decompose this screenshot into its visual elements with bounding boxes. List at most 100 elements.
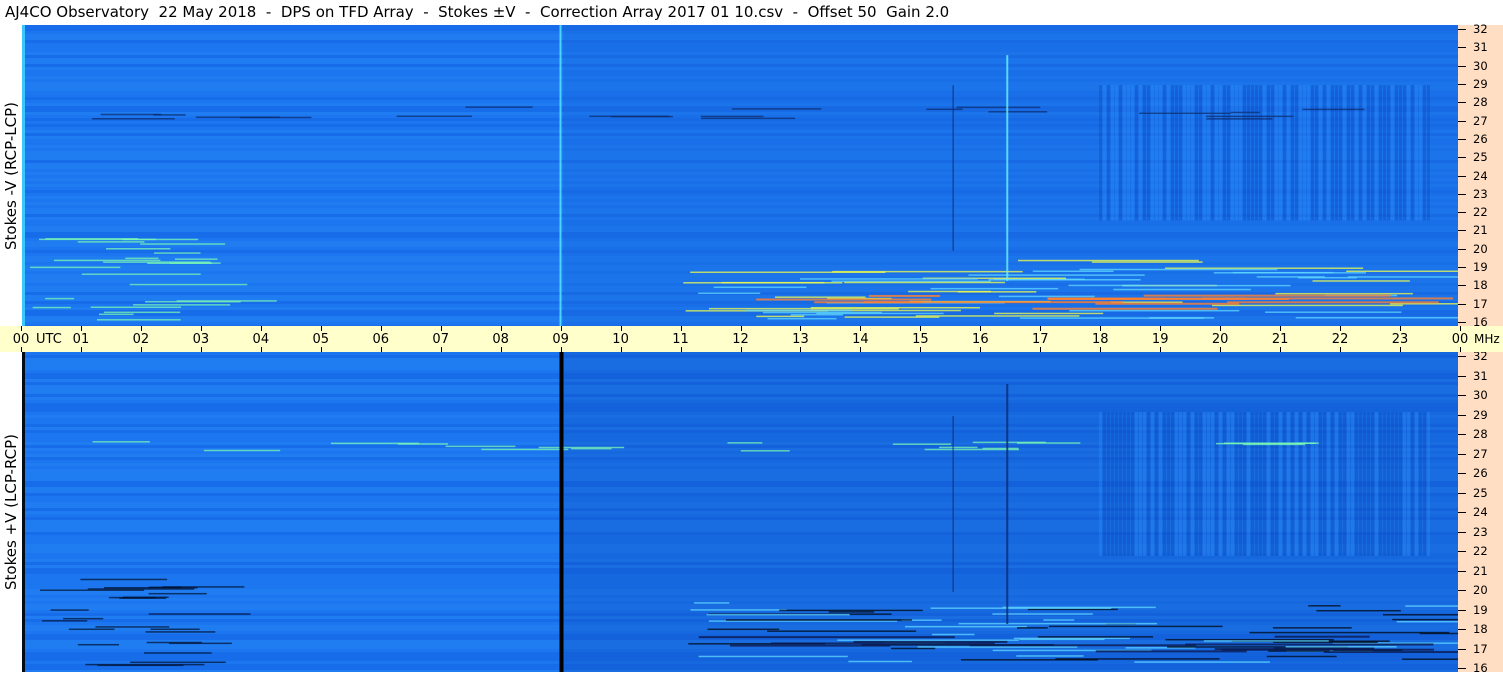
time-tick-label: 21 bbox=[1271, 332, 1289, 347]
spectrogram-band bbox=[481, 448, 569, 451]
spectrogram-band bbox=[1183, 85, 1186, 221]
spectrogram-band bbox=[1275, 412, 1278, 556]
spectrogram-band bbox=[767, 630, 917, 632]
spectrogram-band bbox=[1131, 412, 1134, 556]
spectrogram-band bbox=[63, 617, 104, 620]
spectrogram-band bbox=[775, 296, 866, 298]
spectrogram-band bbox=[1123, 85, 1126, 221]
spectrogram-band bbox=[1307, 85, 1310, 221]
spectrogram-band bbox=[1347, 85, 1350, 221]
freq-tick-mark bbox=[1458, 590, 1466, 591]
time-tick-mark bbox=[1280, 347, 1282, 352]
spectrogram-band bbox=[1383, 85, 1386, 221]
spectrogram-band bbox=[952, 85, 954, 251]
freq-tick-mark bbox=[1458, 629, 1466, 630]
time-tick-mark bbox=[260, 326, 262, 331]
spectrogram-band bbox=[988, 111, 1048, 113]
spectrogram-band bbox=[1171, 85, 1174, 221]
y-axis-label-top-text: Stokes -V (RCP-LCP) bbox=[2, 101, 20, 250]
spectrogram-top bbox=[22, 25, 1458, 326]
spectrogram-band bbox=[745, 309, 851, 312]
time-tick-label: 19 bbox=[1151, 332, 1169, 347]
y-axis-label-bottom: Stokes +V (LCP-RCP) bbox=[0, 352, 22, 672]
spectrogram-band bbox=[1323, 651, 1458, 654]
freq-unit-label: MHz bbox=[1474, 332, 1500, 346]
spectrogram-band bbox=[22, 352, 25, 672]
spectrogram-band bbox=[1315, 412, 1318, 556]
spectrogram-band bbox=[1069, 309, 1240, 312]
spectrogram-band bbox=[1113, 288, 1251, 291]
spectrogram-band bbox=[145, 300, 241, 303]
spectrogram-band bbox=[1219, 412, 1222, 556]
time-tick-label: 15 bbox=[912, 332, 929, 347]
spectrogram-band bbox=[1235, 412, 1238, 556]
spectrogram-band bbox=[32, 306, 71, 309]
spectrogram-band bbox=[1375, 85, 1378, 221]
y-axis-label-bottom-text: Stokes +V (LCP-RCP) bbox=[2, 434, 20, 590]
spectrogram-band bbox=[1147, 85, 1150, 221]
freq-tick-mark bbox=[1458, 473, 1466, 474]
time-tick-mark bbox=[680, 347, 682, 352]
spectrogram-band bbox=[1138, 112, 1231, 115]
time-tick-mark bbox=[1160, 347, 1162, 352]
spectrogram-band bbox=[915, 315, 1080, 317]
spectrogram-band bbox=[1323, 85, 1326, 221]
time-tick-mark bbox=[380, 326, 382, 331]
time-tick-mark bbox=[620, 326, 622, 331]
spectrogram-band bbox=[1239, 412, 1242, 556]
freq-tick-mark bbox=[1458, 414, 1466, 416]
time-tick-label: 12 bbox=[732, 332, 749, 347]
time-tick-mark bbox=[200, 347, 202, 352]
spectrogram-band bbox=[701, 117, 796, 120]
spectrogram-band bbox=[1135, 85, 1138, 221]
spectrogram-band bbox=[1227, 301, 1439, 304]
time-tick-label: 13 bbox=[792, 332, 809, 347]
spectrogram-band bbox=[1308, 605, 1341, 607]
spectrogram-band bbox=[1347, 276, 1458, 278]
spectrogram-band bbox=[95, 626, 170, 628]
spectrogram-band bbox=[125, 257, 159, 260]
spectrogram-band bbox=[1006, 384, 1009, 624]
spectrogram-band bbox=[1335, 85, 1338, 221]
freq-tick-label: 27 bbox=[1473, 113, 1488, 128]
spectrogram-band bbox=[96, 319, 181, 321]
spectrogram-band bbox=[1375, 412, 1378, 556]
spectrogram-band bbox=[770, 642, 995, 645]
freq-tick-label: 28 bbox=[1473, 95, 1488, 110]
spectrogram-band bbox=[1392, 618, 1458, 621]
freq-tick-mark bbox=[1458, 453, 1466, 455]
spectrogram-band bbox=[1346, 270, 1458, 273]
spectrogram-band bbox=[994, 312, 1104, 315]
freq-tick-mark bbox=[1458, 395, 1466, 396]
spectrogram-band bbox=[445, 445, 516, 448]
spectrogram-band bbox=[203, 449, 281, 452]
spectrogram-band bbox=[174, 258, 218, 260]
spectrogram-band bbox=[1259, 412, 1262, 556]
spectrogram-band bbox=[1403, 85, 1406, 221]
spectrogram-band bbox=[90, 306, 182, 308]
freq-tick-label: 20 bbox=[1473, 583, 1488, 597]
spectrogram-band bbox=[756, 298, 932, 301]
freq-tick-label: 26 bbox=[1473, 131, 1488, 146]
spectrogram-band bbox=[924, 448, 1019, 451]
spectrogram-band bbox=[1006, 55, 1009, 281]
spectrogram-band bbox=[816, 312, 944, 315]
spectrogram-band bbox=[1302, 108, 1365, 111]
spectrogram-band bbox=[1175, 412, 1178, 556]
freq-tick-mark bbox=[1458, 512, 1466, 513]
spectrogram-band bbox=[1295, 85, 1298, 221]
freq-tick-mark bbox=[1458, 570, 1466, 572]
time-tick-mark bbox=[1160, 326, 1162, 331]
freq-tick-mark bbox=[1458, 668, 1466, 669]
spectrogram-band bbox=[1271, 85, 1274, 221]
spectrogram-band bbox=[1191, 412, 1194, 556]
time-tick-label: 07 bbox=[432, 332, 449, 347]
time-tick-mark bbox=[500, 326, 502, 331]
spectrogram-band bbox=[1016, 442, 1081, 444]
spectrogram-band bbox=[1387, 412, 1390, 556]
spectrogram-band bbox=[694, 602, 730, 604]
spectrogram-band bbox=[148, 592, 207, 595]
freq-tick-mark bbox=[1458, 212, 1466, 214]
spectrogram-band bbox=[1017, 627, 1048, 629]
spectrogram-band bbox=[1255, 412, 1258, 556]
